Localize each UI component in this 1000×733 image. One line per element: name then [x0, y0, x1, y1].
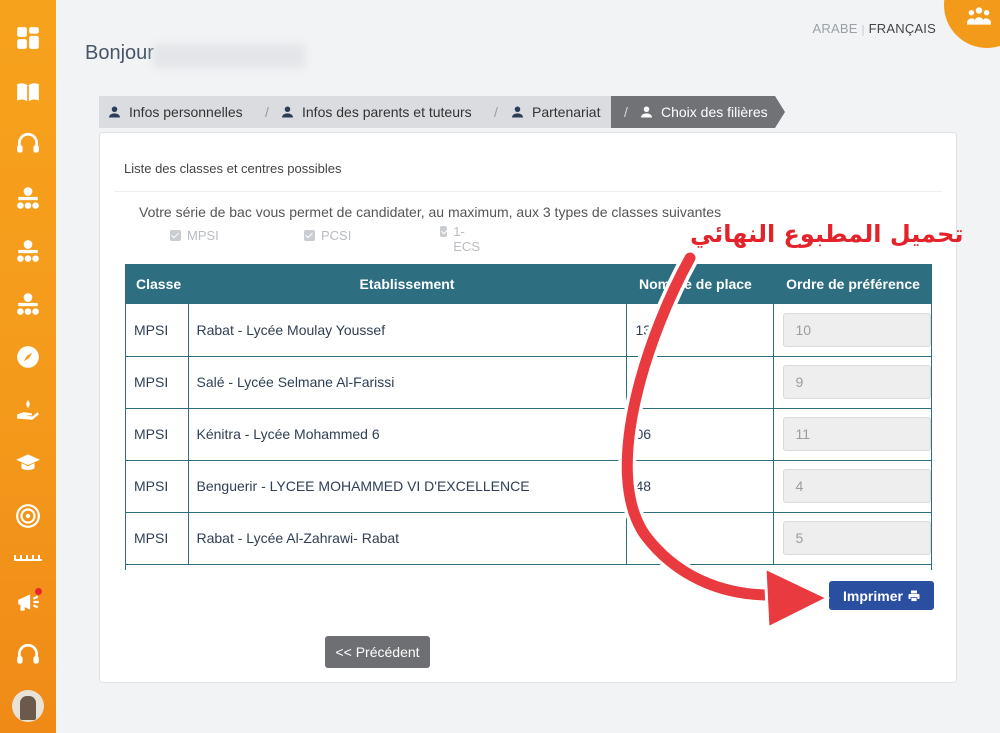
step-choix-filieres[interactable]: / Choix des filières: [611, 96, 785, 128]
language-switcher: ARABE | FRANÇAIS: [813, 21, 936, 36]
class-type-checkbox-pcsi[interactable]: PCSI: [304, 228, 351, 243]
column-header-places: Nombre de place: [626, 264, 773, 304]
checkbox-label: MPSI: [187, 228, 219, 243]
step-separator: /: [624, 104, 628, 120]
cell-etablissement: Salé - Lycée Selmane Al-Farissi: [188, 356, 627, 409]
cell-places: 137: [626, 304, 774, 357]
org-network-icon[interactable]: [14, 184, 42, 212]
notification-dot: [35, 588, 42, 595]
cell-classe: MPSI: [126, 304, 189, 357]
cell-classe: MPSI: [126, 460, 189, 513]
table-row: MPSI Kénitra - Lycée Mohammed 6 06 11: [126, 408, 931, 461]
divider: [114, 191, 942, 192]
preference-order-input[interactable]: 9: [782, 365, 931, 399]
compass-icon[interactable]: [14, 343, 42, 371]
choices-panel: Liste des classes et centres possibles V…: [99, 132, 957, 683]
column-header-ordre: Ordre de préférence: [773, 264, 931, 304]
user-icon: [641, 106, 652, 118]
cell-ordre: 4: [773, 460, 931, 513]
panel-title: Liste des classes et centres possibles: [124, 161, 342, 176]
cell-etablissement: Rabat - Lycée Al-Zahrawi- Rabat: [188, 512, 627, 565]
checkbox-checked[interactable]: [304, 230, 315, 241]
headset-icon[interactable]: [14, 641, 42, 669]
cell-places: 1: [626, 356, 774, 409]
avatar[interactable]: [12, 690, 44, 722]
cell-places: [626, 512, 774, 565]
class-type-checkbox-mpsi[interactable]: MPSI: [170, 228, 219, 243]
hand-growth-icon[interactable]: [14, 396, 42, 424]
cell-etablissement: Benguerir - LYCEE MOHAMMED VI D'EXCELLEN…: [188, 460, 627, 513]
cell-ordre: 10: [773, 304, 931, 357]
ruler-divider: [14, 555, 42, 565]
step-partenariat[interactable]: Partenariat: [512, 96, 600, 128]
preference-order-input[interactable]: 4: [782, 469, 931, 503]
graduation-cap-icon[interactable]: [14, 449, 42, 477]
dashboard-icon[interactable]: [14, 24, 42, 52]
table-row: MPSI Rabat - Lycée Moulay Youssef 137 10: [126, 304, 931, 357]
sidebar: [0, 0, 56, 733]
column-header-etablissement: Etablissement: [188, 264, 626, 304]
preference-order-input[interactable]: 11: [782, 417, 931, 451]
step-separator: /: [494, 104, 498, 120]
cell-classe: MPSI: [126, 408, 189, 461]
print-button-label: Imprimer: [843, 587, 903, 604]
cell-ordre: 9: [773, 356, 931, 409]
user-icon: [109, 106, 120, 118]
group-users-icon[interactable]: [966, 4, 992, 30]
table-row: MPSI Salé - Lycée Selmane Al-Farissi 1 9: [126, 356, 931, 409]
blurred-user-name: [153, 44, 305, 68]
cell-classe: MPSI: [126, 356, 189, 409]
lang-separator: |: [861, 24, 865, 36]
cell-ordre: 11: [773, 408, 931, 461]
table-header-row: Classe Etablissement Nombre de place Ord…: [126, 264, 931, 304]
step-infos-personnelles[interactable]: Infos personnelles: [109, 96, 243, 128]
print-button[interactable]: Imprimer: [829, 581, 934, 610]
step-separator: /: [265, 104, 269, 120]
step-active-content: Choix des filières: [641, 96, 768, 128]
cell-ordre: 5: [773, 512, 931, 565]
step-label: Infos personnelles: [129, 104, 243, 120]
book-icon[interactable]: [14, 78, 42, 106]
cell-classe: MPSI: [126, 512, 189, 565]
column-header-classe: Classe: [126, 264, 188, 304]
checkbox-checked[interactable]: [170, 230, 181, 241]
choices-table: Classe Etablissement Nombre de place Ord…: [125, 264, 932, 570]
printer-icon: [908, 590, 920, 602]
checkbox-label: 1- ECS: [453, 224, 480, 254]
wizard-steps: Infos personnelles / Infos des parents e…: [99, 96, 789, 128]
step-label: Infos des parents et tuteurs: [302, 104, 472, 120]
user-icon: [282, 106, 293, 118]
org-network-icon[interactable]: [14, 237, 42, 265]
checkbox-label: PCSI: [321, 228, 352, 243]
checkbox-checked[interactable]: [440, 226, 448, 237]
preference-order-input[interactable]: 10: [782, 312, 931, 347]
table-row: MPSI Rabat - Lycée Al-Zahrawi- Rabat 5: [126, 512, 931, 565]
cell-places: 06: [626, 408, 774, 461]
megaphone-icon[interactable]: [14, 588, 42, 616]
lang-french-link[interactable]: FRANÇAIS: [869, 21, 936, 36]
previous-button[interactable]: << Précédent: [325, 636, 430, 668]
lang-arabic-link[interactable]: ARABE: [813, 21, 858, 36]
user-icon: [512, 106, 523, 118]
cell-etablissement: Kénitra - Lycée Mohammed 6: [188, 408, 627, 461]
step-label: Partenariat: [532, 104, 601, 120]
intro-text: Votre série de bac vous permet de candid…: [139, 204, 722, 220]
table-row: MPSI Benguerir - LYCEE MOHAMMED VI D'EXC…: [126, 460, 931, 513]
annotation-label: تحميل المطبوع النهائي: [690, 220, 964, 248]
preference-order-input[interactable]: 5: [782, 521, 931, 555]
headset-icon[interactable]: [14, 130, 42, 158]
step-infos-parents[interactable]: Infos des parents et tuteurs: [282, 96, 472, 128]
target-icon[interactable]: [14, 502, 42, 530]
class-type-checkbox-ecs[interactable]: 1- ECS: [440, 224, 480, 254]
step-label: Choix des filières: [661, 104, 768, 120]
cell-places: 48: [626, 460, 774, 513]
org-network-icon[interactable]: [14, 290, 42, 318]
greeting-title: Bonjour: [85, 42, 154, 64]
cell-etablissement: Rabat - Lycée Moulay Youssef: [188, 304, 627, 357]
